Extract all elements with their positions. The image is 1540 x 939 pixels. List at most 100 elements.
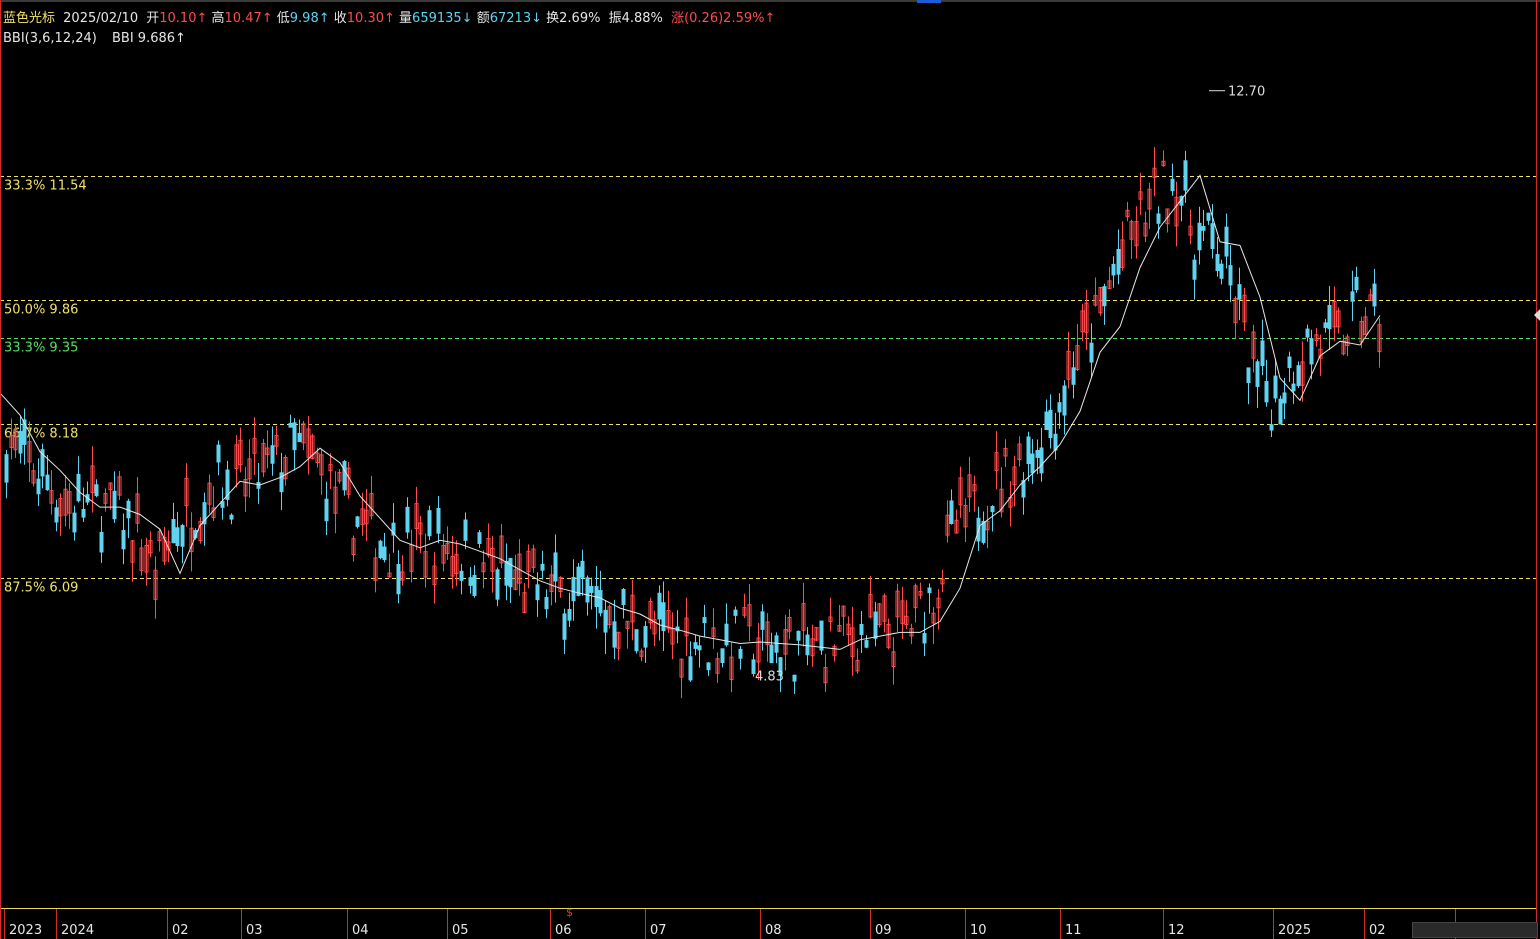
candle-body [1291,383,1296,392]
candle-body [459,570,464,581]
candle-body [724,623,729,646]
candle-body [288,422,293,428]
candle-body [112,490,117,520]
candle-body [1215,254,1220,271]
volume-value: 659135↓ [412,11,473,26]
candle-body [981,521,986,543]
indicator-header: BBI(3,6,12,24) BBI 9.686↑ [3,31,186,47]
candle-body [94,484,99,497]
candle-body [1044,411,1049,431]
candle-body [1206,212,1211,221]
candlestick-chart[interactable]: 33.3% 11.5450.0% 9.8633.3% 9.3566.7% 8.1… [0,0,1540,939]
candle-body [603,609,608,633]
x-tick-label: 03 [246,923,263,938]
volume-label: 量 [399,11,413,26]
candle-body [567,608,572,621]
candle-body [54,507,59,523]
candle-body [589,586,594,593]
candle-body [598,590,603,614]
indicator-value-label: BBI [111,31,134,46]
candle-body [544,597,549,610]
x-tick-label: 2025 [1278,923,1311,938]
candle-body [292,422,297,451]
candle-body [508,558,513,588]
candle-body [72,512,77,533]
fib-level-label: 50.0% 9.86 [4,303,78,318]
candle-body [1309,338,1314,365]
candle-body [18,430,23,454]
candle-body [697,645,702,651]
close-label: 收 [333,11,347,26]
candle-body [585,577,590,603]
candles [4,147,1382,699]
x-tick-label: 08 [765,923,782,938]
candle-body [540,563,545,571]
change-label: 涨 [671,11,685,26]
max-price-label: 12.70 [1228,85,1265,100]
candle-body [1224,226,1229,257]
candle-body [990,505,995,513]
candle-body [1035,450,1040,458]
candle-body [1287,356,1292,369]
candle-body [1264,380,1269,403]
candle-body [1197,222,1202,251]
x-tick-label: 09 [875,923,892,938]
close-value: 10.30↑ [346,11,395,26]
candle-body [643,626,648,648]
change-value: (0.26)2.59%↑ [684,11,776,26]
amplitude-label: 振 [608,11,622,26]
candle-body [1372,283,1377,307]
candle-body [342,461,347,491]
candle-body [36,478,41,495]
candle-body [1305,328,1310,338]
candle-body [864,640,869,648]
candle-body [1048,409,1053,438]
candle-body [580,560,585,578]
candle-body [1246,367,1251,384]
candle-body [576,566,581,596]
candle-body [1192,259,1197,280]
candle-body [927,587,932,594]
candle-body [355,516,360,527]
x-tick-label: 11 [1065,923,1082,938]
x-tick-label: 12 [1168,923,1185,938]
candle-body [436,507,441,534]
candle-body [562,613,567,640]
amplitude-value: 4.88% [621,11,663,26]
candle-body [693,642,698,649]
candle-body [738,648,743,659]
candle-body [1062,385,1067,416]
right-edge-arrow-icon[interactable] [1534,309,1540,321]
candle-body [1057,402,1062,413]
candle-body [720,648,725,664]
dividend-marker: $ [566,906,573,919]
min-price-label: 4.83 [755,670,784,685]
candle-body [1071,367,1076,385]
indicator-name[interactable]: BBI(3,6,12,24) [3,31,97,46]
candle-body [688,656,693,681]
candle-body [1219,263,1224,279]
x-tick-label: 02 [1369,923,1386,938]
candle-body [1039,447,1044,474]
candle-body [171,518,176,544]
candle-body [121,530,126,550]
candle-body [657,592,662,620]
candle-body [1296,365,1301,387]
candle-body [1201,226,1206,231]
x-tick-label: 2024 [61,923,94,938]
turnover-value: 2.69% [559,11,601,26]
candle-body [1228,265,1233,286]
x-tick-label: 05 [452,923,469,938]
horizontal-scrollbar[interactable] [1412,922,1538,938]
candle-body [472,574,477,596]
candle-body [612,621,617,648]
fib-level-label: 33.3% 9.35 [4,341,78,356]
x-tick-label: 07 [650,923,667,938]
candle-body [733,609,738,616]
x-tick-label: 02 [172,923,189,938]
fib-level-label: 33.3% 11.54 [4,179,87,194]
candle-body [229,514,234,520]
candle-body [1111,263,1116,276]
stock-name[interactable]: 蓝色光标 [3,11,55,26]
candle-body [1327,304,1332,330]
